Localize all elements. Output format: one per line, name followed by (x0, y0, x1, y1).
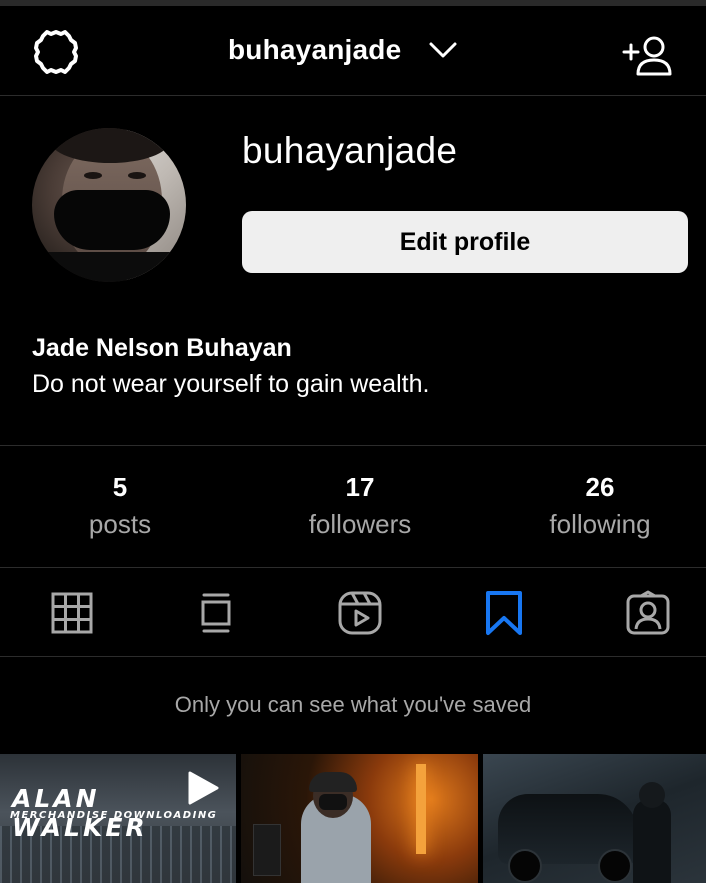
stat-posts[interactable]: 5 posts (0, 472, 240, 540)
stat-followers-count: 17 (345, 472, 375, 502)
saved-thumbnail[interactable]: ALAN WALKER MERCHANDISE DOWNLOADING (0, 754, 236, 883)
stat-followers[interactable]: 17 followers (240, 472, 480, 540)
edit-profile-button[interactable]: Edit profile (242, 211, 688, 273)
feed-icon (201, 593, 231, 633)
settings-icon[interactable] (32, 28, 80, 76)
tab-feed[interactable] (191, 588, 241, 638)
saved-thumbnail[interactable] (483, 754, 706, 883)
tab-grid[interactable] (47, 588, 97, 638)
thumbnail-subtitle: MERCHANDISE DOWNLOADING (10, 810, 218, 821)
stat-following[interactable]: 26 following (480, 472, 706, 540)
profile-bio: Do not wear yourself to gain wealth. (32, 370, 430, 398)
tab-tagged[interactable] (623, 588, 673, 638)
saved-thumbnail[interactable] (241, 754, 478, 883)
grid-icon (51, 592, 93, 634)
stat-following-label: following (549, 509, 651, 539)
play-icon (186, 770, 220, 811)
account-switcher-username[interactable]: buhayanjade (228, 34, 401, 66)
stat-posts-count: 5 (112, 472, 128, 502)
saved-privacy-note: Only you can see what you've saved (174, 692, 532, 717)
stat-following-count: 26 (585, 472, 615, 502)
tab-reels[interactable] (335, 588, 385, 638)
divider (0, 656, 706, 657)
profile-full-name: Jade Nelson Buhayan (32, 334, 292, 362)
reels-icon (338, 591, 382, 635)
divider (0, 567, 706, 568)
top-header: buhayanjade (0, 6, 706, 96)
stat-followers-label: followers (308, 509, 412, 539)
divider (0, 445, 706, 446)
bookmark-icon (486, 591, 522, 635)
profile-avatar[interactable] (32, 128, 186, 282)
profile-username: buhayanjade (242, 130, 458, 171)
chevron-down-icon[interactable] (428, 39, 458, 61)
stat-posts-label: posts (88, 509, 152, 539)
tab-saved[interactable] (479, 588, 529, 638)
add-user-icon[interactable] (620, 34, 674, 78)
tagged-icon (626, 590, 670, 635)
